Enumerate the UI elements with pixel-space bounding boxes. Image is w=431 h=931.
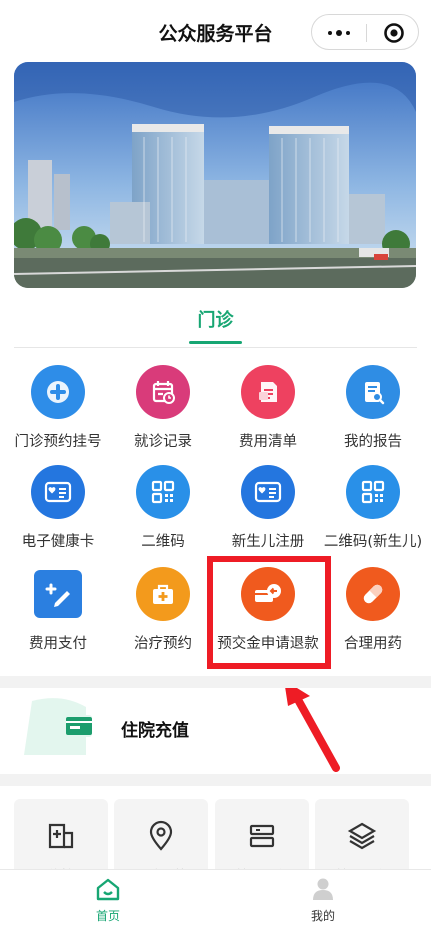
service-label: 就诊记录 (134, 434, 192, 450)
service-label: 二维码 (141, 534, 185, 550)
qrcode-icon (136, 465, 190, 519)
hospital-plus-icon (48, 823, 74, 849)
tab-active-indicator (189, 341, 242, 344)
service-label: 新生儿注册 (231, 534, 305, 550)
health-card-icon (31, 465, 85, 519)
card-layers[interactable]: 楼层分布 (315, 799, 409, 884)
service-payment[interactable]: 费用支付 (4, 567, 112, 657)
hospital-plus-icon (31, 365, 85, 419)
red-arrow-annotation (284, 680, 340, 772)
close-mini-program-button[interactable] (367, 15, 420, 51)
health-card-icon (241, 465, 295, 519)
bottom-tab-bar: 首页 我的 (0, 869, 431, 931)
card-navigation[interactable]: 来院导航 (114, 799, 208, 884)
calendar-clock-icon (136, 365, 190, 419)
mini-program-capsule (311, 14, 419, 50)
service-health-card[interactable]: 电子健康卡 (4, 465, 112, 555)
tab-mine[interactable]: 我的 (269, 876, 377, 924)
target-close-icon (383, 23, 404, 43)
inpatient-recharge-label[interactable]: 住院充值 (121, 716, 189, 741)
first-aid-kit-icon (136, 567, 190, 621)
service-label: 门诊预约挂号 (14, 434, 102, 450)
section-separator (0, 774, 431, 786)
pill-icon (346, 567, 400, 621)
service-newborn-register[interactable]: 新生儿注册 (214, 465, 322, 555)
service-treatment-appointment[interactable]: 治疗预约 (109, 567, 217, 657)
service-outpatient-appointment[interactable]: 门诊预约挂号 (4, 365, 112, 455)
tab-mine-label: 我的 (310, 909, 335, 923)
highlight-box (207, 556, 331, 669)
nav-bar: 公众服务平台 (0, 0, 431, 62)
hospital-banner-image[interactable] (14, 62, 416, 288)
service-label: 二维码(新生儿) (323, 534, 423, 550)
layers-icon (347, 822, 377, 850)
tab-home-label: 首页 (95, 909, 120, 923)
edit-plus-icon (34, 570, 82, 618)
more-menu-button[interactable] (312, 15, 366, 51)
service-label: 电子健康卡 (21, 534, 95, 550)
home-icon (96, 878, 120, 901)
service-my-report[interactable]: 我的报告 (319, 365, 427, 455)
inpatient-recharge-icon (22, 697, 92, 759)
service-label: 费用支付 (29, 636, 87, 652)
service-label: 我的报告 (344, 434, 402, 450)
qrcode-icon (346, 465, 400, 519)
section-separator (0, 676, 431, 688)
service-label: 治疗预约 (134, 636, 192, 652)
service-rational-medication[interactable]: 合理用药 (319, 567, 427, 657)
bill-icon (241, 365, 295, 419)
service-expense-list[interactable]: 费用清单 (214, 365, 322, 455)
service-qrcode[interactable]: 二维码 (109, 465, 217, 555)
report-search-icon (346, 365, 400, 419)
card-floor[interactable]: 楼层分布 (215, 799, 309, 884)
location-pin-icon (149, 820, 173, 851)
floor-icon (249, 824, 275, 848)
card-appointment[interactable]: 预约挂号 (14, 799, 108, 884)
service-label: 费用清单 (239, 434, 297, 450)
tab-divider (14, 347, 417, 348)
user-icon (313, 878, 333, 900)
service-visit-records[interactable]: 就诊记录 (109, 365, 217, 455)
tab-outpatient[interactable]: 门诊 (0, 306, 431, 332)
service-qrcode-newborn[interactable]: 二维码(新生儿) (319, 465, 427, 555)
tab-home[interactable]: 首页 (54, 876, 162, 924)
